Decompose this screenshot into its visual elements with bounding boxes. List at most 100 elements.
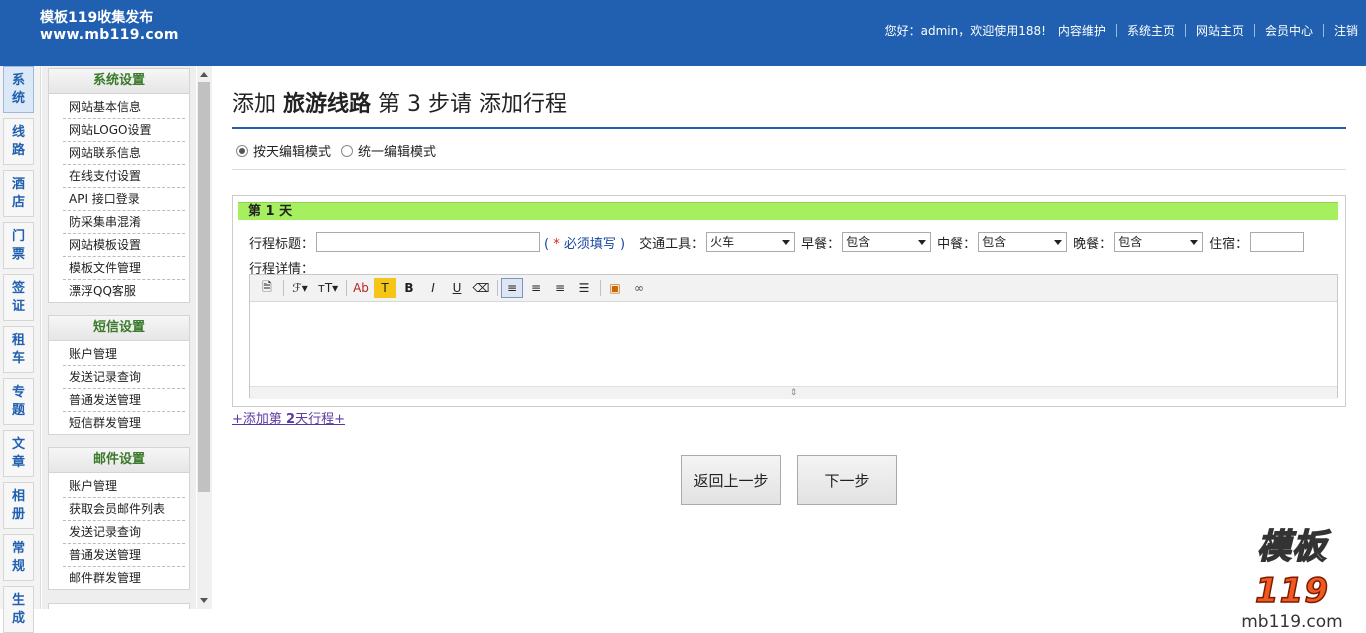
- font-family-icon[interactable]: ℱ▾: [287, 278, 313, 298]
- menu-item[interactable]: 账户管理: [63, 343, 185, 366]
- nav-divider: [1184, 24, 1186, 37]
- menu-item[interactable]: 网站模板设置: [63, 234, 185, 257]
- required-star: *: [553, 236, 560, 252]
- nav-divider: [1322, 24, 1324, 37]
- align-left-icon[interactable]: ≡: [501, 278, 523, 298]
- menu-item[interactable]: 网站联系信息: [63, 142, 185, 165]
- breakfast-select[interactable]: 包含: [842, 232, 932, 252]
- vtab-route[interactable]: 线路: [3, 118, 34, 165]
- menu-item[interactable]: 漂浮QQ客服: [63, 280, 185, 302]
- menu-scrollbar[interactable]: [197, 66, 212, 609]
- ordered-list-icon[interactable]: ☰: [573, 278, 595, 298]
- menu-item[interactable]: 网站基本信息: [63, 96, 185, 119]
- radio-checked-icon[interactable]: [236, 144, 248, 157]
- watermark-number: 119: [1254, 570, 1329, 612]
- day-panel: 第 1 天 行程标题： ( * 必须填写 ) 交通工具： 火车 早餐： 包含 中…: [232, 195, 1346, 407]
- menu-item[interactable]: 账户管理: [63, 475, 185, 498]
- highlight-icon[interactable]: T: [374, 278, 396, 298]
- menu-item[interactable]: 网站LOGO设置: [63, 119, 185, 142]
- vtab-system[interactable]: 系统: [3, 66, 34, 113]
- vtab-label: 系统: [11, 72, 25, 106]
- nav-divider: [1253, 24, 1255, 37]
- route-title-input[interactable]: [316, 232, 541, 252]
- vtab-visa[interactable]: 签证: [3, 274, 34, 321]
- toolbar-divider: [346, 280, 347, 296]
- menu-group-system: 系统设置 网站基本信息 网站LOGO设置 网站联系信息 在线支付设置 API 接…: [48, 68, 190, 303]
- toolbar-divider: [283, 280, 284, 296]
- vtab-general[interactable]: 常规: [3, 534, 34, 581]
- nav-site-home[interactable]: 网站主页: [1196, 22, 1244, 39]
- nav-system-home[interactable]: 系统主页: [1127, 22, 1175, 39]
- add-day-prefix: +添加第: [232, 412, 287, 427]
- eraser-icon[interactable]: ⌫: [470, 278, 492, 298]
- link-icon[interactable]: ∞: [628, 278, 650, 298]
- menu-item[interactable]: 普通发送管理: [63, 544, 185, 567]
- prev-step-button[interactable]: 返回上一步: [681, 455, 781, 505]
- nav-divider: [1115, 24, 1117, 37]
- next-step-button[interactable]: 下一步: [797, 455, 897, 505]
- radio-icon[interactable]: [341, 144, 354, 157]
- welcome-text: 您好：admin，欢迎使用188!: [884, 24, 1046, 38]
- menu-item[interactable]: 短信群发管理: [63, 412, 185, 434]
- nav-content[interactable]: 内容维护: [1058, 22, 1106, 39]
- menu-item[interactable]: 发送记录查询: [63, 366, 185, 389]
- transport-select[interactable]: 火车: [706, 232, 796, 252]
- paren-close: ): [620, 236, 626, 252]
- italic-icon[interactable]: I: [422, 278, 444, 298]
- logo-title: 模板119收集发布: [40, 10, 154, 26]
- menu-item[interactable]: API 接口登录: [63, 188, 185, 211]
- select-value: 包含: [1118, 235, 1143, 249]
- lunch-label: 中餐：: [937, 236, 977, 252]
- nav-logout[interactable]: 注销: [1334, 22, 1358, 39]
- chevron-down-icon: [1054, 240, 1063, 245]
- select-value: 火车: [710, 235, 735, 249]
- font-color-icon[interactable]: Ab: [350, 278, 372, 298]
- vtab-album[interactable]: 相册: [3, 482, 34, 529]
- vtab-topic[interactable]: 专题: [3, 378, 34, 425]
- menu-item[interactable]: 发送记录查询: [63, 521, 185, 544]
- dinner-label: 晚餐：: [1073, 236, 1113, 252]
- chevron-down-icon: [918, 240, 927, 245]
- dinner-select[interactable]: 包含: [1114, 232, 1204, 252]
- stay-input[interactable]: [1250, 232, 1305, 252]
- scroll-up-icon[interactable]: [200, 72, 208, 77]
- resize-handle-icon[interactable]: ⇕: [250, 386, 1337, 399]
- align-center-icon[interactable]: ≡: [525, 278, 547, 298]
- menu-item[interactable]: 模板文件管理: [63, 257, 185, 280]
- vtab-label: 文章: [11, 436, 25, 470]
- mode-unified[interactable]: 统一编辑模式: [341, 141, 436, 160]
- vtab-label: 常规: [11, 540, 25, 574]
- breakfast-label: 早餐：: [801, 236, 841, 252]
- menu-item[interactable]: 普通发送管理: [63, 389, 185, 412]
- lunch-select[interactable]: 包含: [978, 232, 1068, 252]
- underline-icon[interactable]: U: [446, 278, 468, 298]
- scroll-thumb[interactable]: [198, 82, 210, 492]
- vtab-article[interactable]: 文章: [3, 430, 34, 477]
- nav-member-center[interactable]: 会员中心: [1265, 22, 1313, 39]
- vtab-label: 线路: [11, 124, 25, 158]
- vtab-ticket[interactable]: 门票: [3, 222, 34, 269]
- add-day-link[interactable]: +添加第 2天行程+: [232, 408, 345, 427]
- vtab-generate[interactable]: 生成: [3, 586, 34, 633]
- align-right-icon[interactable]: ≡: [549, 278, 571, 298]
- vtab-hotel[interactable]: 酒店: [3, 170, 34, 217]
- menu-item[interactable]: 在线支付设置: [63, 165, 185, 188]
- mode-by-day[interactable]: 按天编辑模式: [236, 141, 331, 160]
- menu-group-sms: 短信设置 账户管理 发送记录查询 普通发送管理 短信群发管理: [48, 315, 190, 435]
- watermark-logo: 模板119 mb119.com: [1222, 525, 1362, 631]
- editor-content-area[interactable]: [250, 302, 1337, 386]
- source-icon[interactable]: 🗎: [256, 278, 278, 298]
- bold-icon[interactable]: B: [398, 278, 420, 298]
- menu-item[interactable]: 防采集串混淆: [63, 211, 185, 234]
- menu-item[interactable]: 获取会员邮件列表: [63, 498, 185, 521]
- vtab-car[interactable]: 租车: [3, 326, 34, 373]
- page-title: 添加 旅游线路 第 3 步请 添加行程: [232, 86, 567, 118]
- required-hint: ( * 必须填写 ): [544, 233, 625, 252]
- menu-item[interactable]: 邮件群发管理: [63, 567, 185, 589]
- stay-label: 住宿：: [1209, 236, 1249, 252]
- image-icon[interactable]: ▣: [604, 278, 626, 298]
- scroll-down-icon[interactable]: [200, 598, 208, 603]
- watermark-brand: 模板119: [1222, 525, 1362, 613]
- vtab-label: 专题: [11, 384, 25, 418]
- font-size-icon[interactable]: ᴛT▾: [315, 278, 341, 298]
